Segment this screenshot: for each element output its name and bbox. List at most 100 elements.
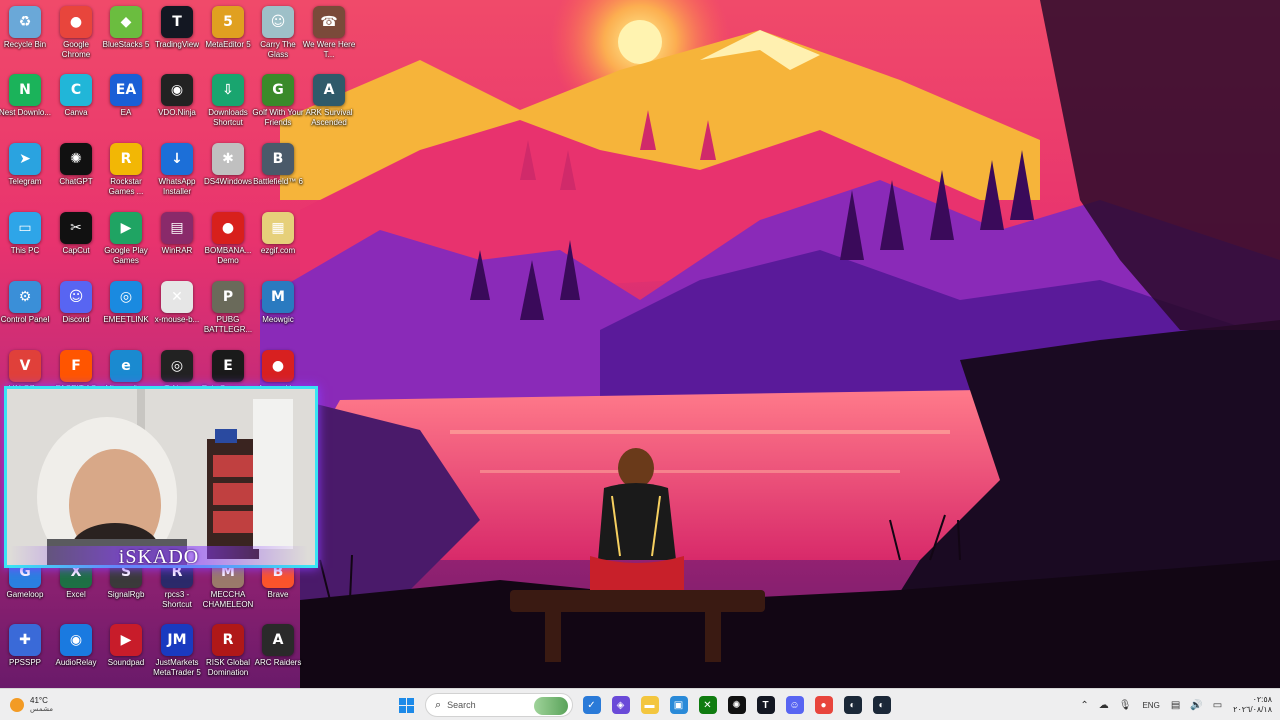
webcam-feed [7, 389, 315, 565]
desktop-shortcut[interactable]: ☎ We Were Here T... [302, 6, 356, 60]
desktop-shortcut-label: Golf With Your Friends [252, 108, 304, 127]
taskbar-center: ⌕ Search ✓ ◈ ▬ ▣ ✕ ✺ T ☺ ● ◐ ◐ [392, 692, 896, 718]
chevron-up-icon[interactable]: ⌃ [1080, 700, 1088, 711]
desktop-shortcut-label: ChatGPT [59, 177, 93, 186]
desktop-shortcut[interactable]: ↓ WhatsApp Installer [152, 143, 202, 197]
webcam-overlay [4, 386, 318, 568]
desktop-shortcut[interactable]: M Meowgic [253, 281, 303, 325]
network-icon[interactable]: ▤ [1171, 700, 1180, 711]
clock-time: ٠٢:٥٨ [1252, 695, 1272, 704]
taskbar-pinned-app[interactable]: ✺ [724, 692, 750, 718]
desktop-shortcut[interactable]: ➤ Telegram [0, 143, 50, 187]
weather-widget[interactable]: 41°C مشمس [10, 695, 53, 715]
control-panel-icon: ⚙ [9, 281, 41, 313]
search-icon: ⌕ [435, 698, 442, 711]
edge-icon: e [110, 350, 142, 382]
telegram-icon: ➤ [9, 143, 41, 175]
ppsspp-icon: ✚ [9, 624, 41, 656]
desktop-shortcut[interactable]: A ARC Raiders [253, 624, 303, 668]
desktop-shortcut[interactable]: ✱ DS4Windows [203, 143, 253, 187]
taskbar-pinned-app[interactable]: ◈ [608, 692, 634, 718]
chrome-taskbar-icon: ● [814, 696, 833, 714]
desktop-shortcut-label: Telegram [8, 177, 42, 186]
desktop-shortcut-label: TradingView [154, 40, 200, 49]
desktop-shortcut[interactable]: 5 MetaEditor 5 [203, 6, 253, 50]
desktop-shortcut[interactable]: C Canva [51, 74, 101, 118]
desktop-shortcut[interactable]: T TradingView [152, 6, 202, 50]
pubg-icon: P [212, 281, 244, 313]
taskbar-pinned-app[interactable]: ✓ [579, 692, 605, 718]
desktop-shortcut[interactable]: R RISK Global Domination [203, 624, 253, 678]
desktop-shortcut[interactable]: ☺ Discord [51, 281, 101, 325]
system-tray: ⌃ ☁ 🎙 ENG ▤ 🔊 ▭ ٠٢:٥٨ ٢٠٢٦/٠٨/١٨ [1075, 693, 1272, 717]
desktop-shortcut[interactable]: R Rockstar Games ... [101, 143, 151, 197]
nest-downloader-icon: N [9, 74, 41, 106]
desktop-shortcut[interactable]: ◎ EMEETLINK [101, 281, 151, 325]
desktop-shortcut[interactable]: A ARK Survival Ascended [304, 74, 354, 128]
desktop-shortcut[interactable]: ✂ CapCut [51, 212, 101, 256]
carry-glass-icon: ☺ [262, 6, 294, 38]
taskbar-pinned-app[interactable]: ☺ [782, 692, 808, 718]
desktop-shortcut[interactable]: ▤ WinRAR [152, 212, 202, 256]
search-placeholder: Search [447, 700, 476, 710]
taskbar-pinned-app[interactable]: T [753, 692, 779, 718]
desktop-shortcut[interactable]: ◉ VDO.Ninja [152, 74, 202, 118]
winrar-icon: ▤ [161, 212, 193, 244]
desktop-shortcut-label: EA [120, 108, 132, 117]
desktop-shortcut-label: We Were Here T... [302, 40, 356, 59]
desktop-shortcut[interactable]: N Nest Downlo... [0, 74, 51, 118]
desktop-shortcut[interactable]: ● Google Chrome [51, 6, 101, 60]
desktop-shortcut[interactable]: ◆ BlueStacks 5 [101, 6, 151, 50]
desktop-shortcut[interactable]: EA EA [101, 74, 151, 118]
taskbar-pinned-app[interactable]: ● [811, 692, 837, 718]
desktop-shortcut[interactable]: ▶ Google Play Games [101, 212, 151, 266]
app-tray-icon: ◈ [611, 696, 630, 714]
weather-condition: مشمس [30, 706, 53, 713]
desktop-shortcut[interactable]: ✺ ChatGPT [51, 143, 101, 187]
microsoft-store-icon: ▣ [669, 696, 688, 714]
desktop-shortcut[interactable]: ✕ x-mouse-b... [152, 281, 202, 325]
desktop-shortcut[interactable]: G Golf With Your Friends [252, 74, 304, 128]
taskbar-pinned-app[interactable]: ◐ [869, 692, 895, 718]
onedrive-cloud-icon[interactable]: ☁ [1099, 700, 1109, 711]
start-button[interactable] [394, 692, 420, 718]
taskbar-pinned-app[interactable]: ◐ [840, 692, 866, 718]
desktop-shortcut-label: Downloads Shortcut [208, 108, 248, 127]
desktop-shortcut[interactable]: ♻ Recycle Bin [0, 6, 50, 50]
microphone-icon[interactable]: 🎙 [1119, 700, 1132, 711]
desktop-shortcut-label: ARK Survival Ascended [305, 108, 353, 127]
desktop-shortcut[interactable]: JM JustMarkets MetaTrader 5 [152, 624, 202, 678]
desktop-shortcut-label: Google Play Games [104, 246, 148, 265]
desktop-shortcut-label: Recycle Bin [3, 40, 47, 49]
desktop-shortcut[interactable]: ▭ This PC [0, 212, 50, 256]
desktop-shortcut[interactable]: ✚ PPSSPP [0, 624, 50, 668]
battlefield-icon: B [262, 143, 294, 175]
battery-icon[interactable]: ▭ [1213, 700, 1222, 711]
desktop-shortcut[interactable]: B Battlefield™ 6 [253, 143, 303, 187]
desktop-shortcut-label: RISK Global Domination [205, 658, 251, 677]
desktop-shortcut[interactable]: ⇩ Downloads Shortcut [203, 74, 253, 128]
desktop-shortcut-label: MetaEditor 5 [205, 40, 251, 49]
xmouse-icon: ✕ [161, 281, 193, 313]
desktop-shortcut[interactable]: ● BOMBANA... Demo [203, 212, 253, 266]
desktop-shortcut-label: MECCHA CHAMELEON [202, 590, 254, 609]
desktop-shortcut[interactable]: ⚙ Control Panel [0, 281, 50, 325]
taskbar-search-box[interactable]: ⌕ Search [425, 693, 573, 717]
epic-games-icon: E [212, 350, 244, 382]
desktop-shortcut[interactable]: P PUBG BATTLEGR... [203, 281, 253, 335]
desktop-shortcut[interactable]: ▶ Soundpad [101, 624, 151, 668]
language-indicator[interactable]: ENG [1142, 701, 1159, 710]
desktop-shortcut[interactable]: ☺ Carry The Glass [253, 6, 303, 60]
bluestacks-icon: ◆ [110, 6, 142, 38]
taskbar-pinned-app[interactable]: ▬ [637, 692, 663, 718]
taskbar-pinned-app[interactable]: ▣ [666, 692, 692, 718]
desktop-shortcut[interactable]: ◉ AudioRelay [51, 624, 101, 668]
desktop-shortcut[interactable]: ▦ ezgif.com [253, 212, 303, 256]
metaeditor-icon: 5 [212, 6, 244, 38]
taskbar-pinned-app[interactable]: ✕ [695, 692, 721, 718]
volume-icon[interactable]: 🔊 [1190, 700, 1202, 711]
desktop-shortcut-label: Meowgic [262, 315, 294, 324]
arc-raiders-icon: A [262, 624, 294, 656]
taskbar-clock[interactable]: ٠٢:٥٨ ٢٠٢٦/٠٨/١٨ [1233, 695, 1272, 715]
sun-icon [10, 698, 24, 712]
